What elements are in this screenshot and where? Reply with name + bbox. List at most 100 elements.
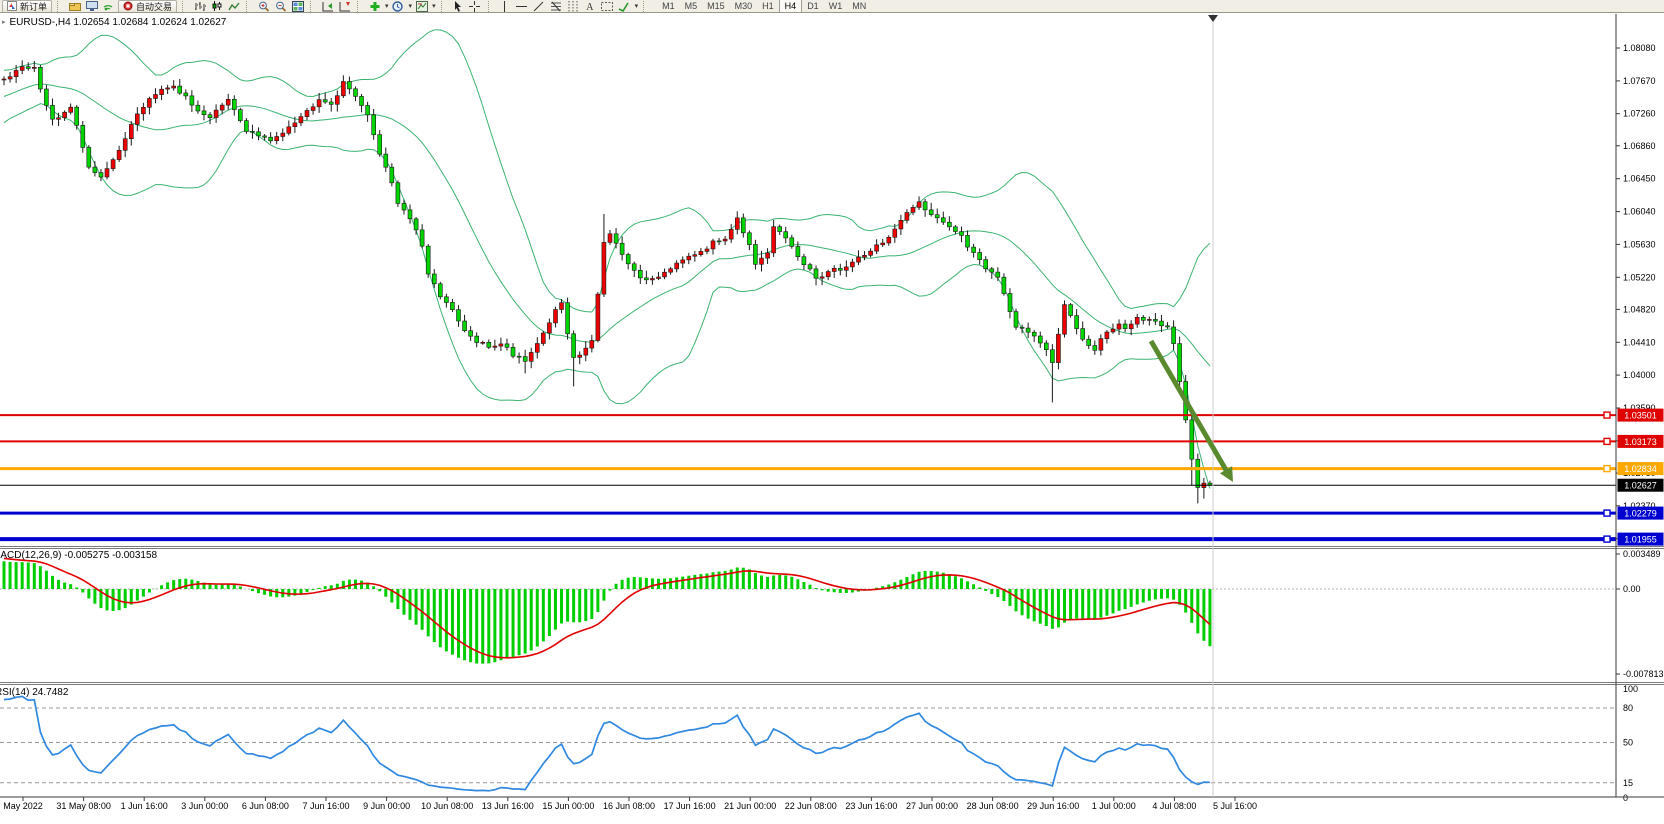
vertical-line-icon[interactable] [498,0,513,12]
fibonacci-icon[interactable] [549,0,564,12]
candle-body [432,274,436,284]
candle-body [1050,350,1054,363]
candle-body [893,229,897,237]
horizontal-line-icon[interactable] [515,0,530,12]
cursor-icon[interactable] [451,0,466,12]
text-icon[interactable]: A [583,0,598,12]
pane-splitter[interactable] [0,684,1664,685]
candle-body [996,272,1000,277]
timeframe-button-h1[interactable]: H1 [757,0,779,12]
zoom-in-icon[interactable] [256,0,271,12]
tile-windows-icon[interactable] [290,0,305,12]
periods-caret-icon[interactable]: ▾ [409,2,413,12]
signals-icon[interactable] [101,0,116,12]
pane-splitter[interactable] [0,682,1664,683]
candle-body [1081,329,1085,340]
timeframe-button-d1[interactable]: D1 [802,0,824,12]
svg-text:A: A [586,2,594,12]
candle-body [1172,327,1176,344]
text-label-icon[interactable] [600,0,615,12]
rsi-line [4,696,1210,790]
time-tick-label: 23 Jun 16:00 [845,801,897,811]
chart-title-text: EURUSD-,H4 1.02654 1.02684 1.02624 1.026… [10,17,227,28]
timeframe-button-m15[interactable]: M15 [702,0,730,12]
candle-body [81,125,85,147]
timeframe-button-w1[interactable]: W1 [824,0,848,12]
candle-body [44,89,48,105]
zoom-out-icon[interactable] [273,0,288,12]
candle-body [578,355,582,357]
candle-body [602,242,606,294]
new-order-button[interactable]: 新订单 [2,0,52,12]
candle-body [808,265,812,269]
chart-svg[interactable]: 1.080801.076701.072601.068601.064501.060… [0,0,1664,824]
chart-canvas[interactable]: 1.080801.076701.072601.068601.064501.060… [0,0,1664,824]
timeframe-button-m1[interactable]: M1 [657,0,680,12]
chart-shift-marker-icon[interactable] [1208,15,1218,22]
price-line-handle[interactable] [1604,536,1610,542]
indicators-caret-icon[interactable]: ▾ [385,2,389,12]
arrow-objects-caret-icon[interactable]: ▾ [635,2,639,12]
candle-body [269,137,273,141]
navigator-icon[interactable] [67,0,82,12]
candle-body [566,303,570,334]
candle-body [220,105,224,110]
bollinger-upper-band [4,30,1210,312]
autotrading-button[interactable]: 自动交易 [118,0,177,12]
candle-body [663,272,667,277]
template-caret-icon[interactable]: ▾ [432,2,436,12]
crosshair-icon[interactable] [468,0,483,12]
candle-body [26,67,30,69]
candle-body [517,356,521,357]
price-line-handle[interactable] [1604,466,1610,472]
price-tick-label: 1.04820 [1623,304,1656,314]
candle-body [790,238,794,247]
time-tick-label: 28 Jun 08:00 [967,801,1019,811]
candle-body [99,173,103,177]
trendline-icon[interactable] [532,0,547,12]
bar-chart-icon[interactable] [192,0,207,12]
candle-body [1141,317,1145,320]
candle-body [760,258,764,264]
template-icon[interactable] [414,0,429,12]
candle-body [687,256,691,260]
candle-body [1123,324,1127,329]
candle-body [529,352,533,361]
cycle-lines-icon[interactable] [566,0,581,12]
toolbar: 新订单 自动交易 ▾ ▾ ▾ A ▾ M1M5M15M30H1H4D1W1MN [0,0,1664,13]
periods-clock-icon[interactable] [391,0,406,12]
price-tick-label: 1.06450 [1623,174,1656,184]
arrow-objects-icon[interactable] [617,0,632,12]
symbol-marker-icon: ▸ [2,19,6,26]
candlestick-icon[interactable] [209,0,224,12]
timeframe-button-h4[interactable]: H4 [779,0,803,12]
timeframe-button-mn[interactable]: MN [847,0,871,12]
candle-body [832,268,836,271]
candle-body [20,67,24,71]
chart-shift-icon[interactable] [337,0,352,12]
pane-splitter[interactable] [0,683,1664,684]
candle-body [990,269,994,272]
time-scale[interactable]: May 202231 May 08:001 Jun 16:003 Jun 00:… [0,797,1664,811]
indicators-add-icon[interactable] [367,0,382,12]
price-line-handle[interactable] [1604,510,1610,516]
pane-splitter[interactable] [0,548,1664,549]
auto-scroll-icon[interactable] [320,0,335,12]
terminal-icon[interactable] [84,0,99,12]
pane-splitter[interactable] [0,546,1664,547]
candle-body [293,123,297,127]
bollinger-lower-band [4,104,1210,489]
toolbar-grip [182,1,187,12]
toolbar-grip [357,1,362,12]
pane-splitter[interactable] [0,547,1664,548]
candle-body [881,243,885,245]
bollinger-bands [4,30,1210,489]
price-line-handle[interactable] [1604,438,1610,444]
timeframe-button-m5[interactable]: M5 [680,0,703,12]
candle-body [499,344,503,346]
line-chart-icon[interactable] [226,0,241,12]
candle-body [535,344,539,353]
timeframe-button-m30[interactable]: M30 [730,0,758,12]
trend-arrow-annotation[interactable] [1151,341,1226,470]
price-line-handle[interactable] [1604,412,1610,418]
